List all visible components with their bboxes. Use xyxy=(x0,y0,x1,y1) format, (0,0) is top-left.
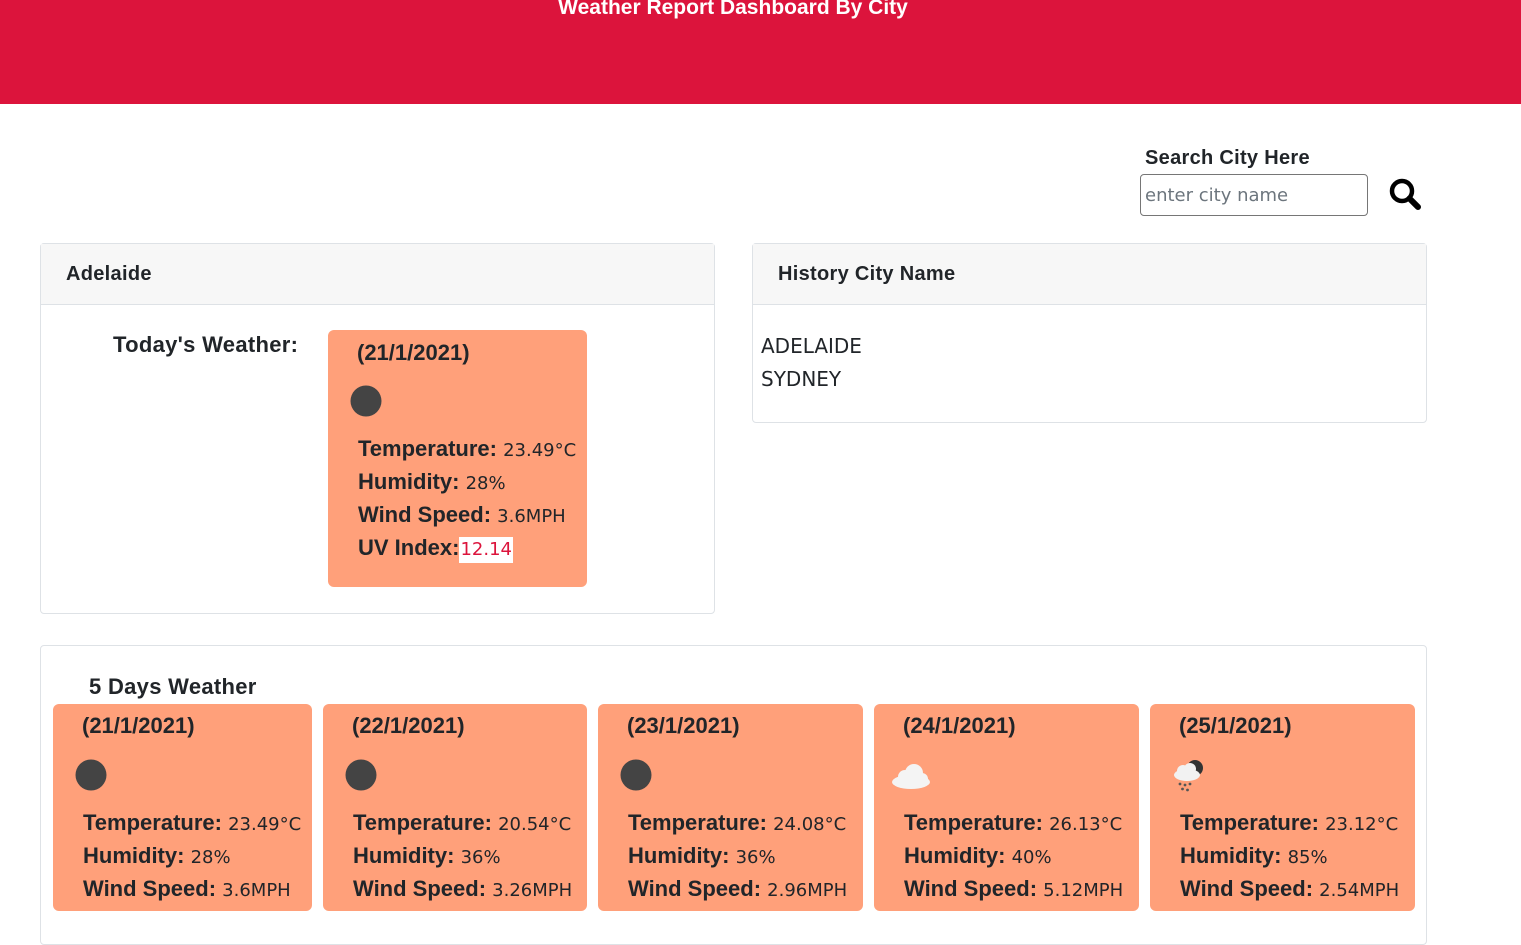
forecast-day: (23/1/2021) Temperature: 24.08°C Humidit… xyxy=(598,704,863,911)
temperature-value: 26.13°C xyxy=(1049,814,1123,835)
rain-cloud-night-icon xyxy=(1174,760,1203,792)
moon-icon xyxy=(75,759,107,791)
forecast-temperature: Temperature: 23.49°C xyxy=(83,806,301,841)
temperature-value: 24.08°C xyxy=(773,814,847,835)
humidity-value: 36% xyxy=(735,847,776,868)
forecast-date: (21/1/2021) xyxy=(82,713,195,738)
city-name: Adelaide xyxy=(41,244,714,305)
history-list: ADELAIDE SYDNEY xyxy=(761,330,862,396)
forecast-date: (25/1/2021) xyxy=(1179,713,1292,738)
temperature-value: 23.49°C xyxy=(228,814,302,835)
moon-icon xyxy=(620,759,652,791)
forecast-humidity: Humidity: 28% xyxy=(83,839,231,874)
forecast-day: (24/1/2021) Temperature: 26.13°C Humidit… xyxy=(874,704,1139,911)
wind-speed-label: Wind Speed: xyxy=(353,876,487,901)
search-input[interactable] xyxy=(1140,174,1368,216)
forecast-title: 5 Days Weather xyxy=(89,674,257,699)
wind-speed-label: Wind Speed: xyxy=(1180,876,1314,901)
history-card: History City Name ADELAIDE SYDNEY xyxy=(752,243,1427,423)
search-label: Search City Here xyxy=(1145,147,1310,169)
forecast-day: (21/1/2021) Temperature: 23.49°C Humidit… xyxy=(53,704,312,911)
today-weather-label: Today's Weather: xyxy=(113,332,299,357)
wind-speed-value: 2.96MPH xyxy=(767,880,848,901)
wind-speed-value: 2.54MPH xyxy=(1319,880,1400,901)
humidity-label: Humidity: xyxy=(1180,843,1282,868)
forecast-humidity: Humidity: 36% xyxy=(353,839,501,874)
temperature-label: Temperature: xyxy=(83,810,222,835)
wind-speed-label: Wind Speed: xyxy=(83,876,217,901)
page-header: Weather Report Dashboard By City xyxy=(0,0,1521,104)
humidity-label: Humidity: xyxy=(358,469,460,494)
forecast-humidity: Humidity: 36% xyxy=(628,839,776,874)
uv-index-value: 12.14 xyxy=(459,537,513,563)
forecast-temperature: Temperature: 26.13°C xyxy=(904,806,1122,841)
temperature-value: 20.54°C xyxy=(498,814,572,835)
uv-index-label: UV Index: xyxy=(358,535,460,560)
forecast-date: (23/1/2021) xyxy=(627,713,740,738)
history-item-sydney[interactable]: SYDNEY xyxy=(761,363,862,396)
forecast-temperature: Temperature: 23.12°C xyxy=(1180,806,1398,841)
history-title: History City Name xyxy=(753,244,1426,305)
humidity-label: Humidity: xyxy=(628,843,730,868)
forecast-date: (24/1/2021) xyxy=(903,713,1016,738)
forecast-day: (25/1/2021) Temperature: 23.12°C Humidit… xyxy=(1150,704,1415,911)
forecast-wind-speed: Wind Speed: 3.26MPH xyxy=(353,872,572,907)
search-button[interactable] xyxy=(1385,175,1425,213)
forecast-wind-speed: Wind Speed: 5.12MPH xyxy=(904,872,1123,907)
moon-icon xyxy=(350,385,382,417)
history-item-adelaide[interactable]: ADELAIDE xyxy=(761,330,862,363)
today-weather-tile: (21/1/2021) Temperature: 23.49°C Humidit… xyxy=(328,330,587,587)
wind-speed-label: Wind Speed: xyxy=(628,876,762,901)
forecast-humidity: Humidity: 85% xyxy=(1180,839,1328,874)
humidity-label: Humidity: xyxy=(353,843,455,868)
forecast-humidity: Humidity: 40% xyxy=(904,839,1052,874)
humidity-value: 40% xyxy=(1011,847,1052,868)
temperature-label: Temperature: xyxy=(904,810,1043,835)
wind-speed-value: 3.26MPH xyxy=(492,880,573,901)
cloud-icon xyxy=(892,764,930,789)
humidity-value: 36% xyxy=(460,847,501,868)
forecast-card: 5 Days Weather (21/1/2021) Temperature: … xyxy=(40,645,1427,945)
humidity-value: 28% xyxy=(190,847,231,868)
humidity-label: Humidity: xyxy=(83,843,185,868)
temperature-label: Temperature: xyxy=(628,810,767,835)
today-humidity: Humidity: 28% xyxy=(358,465,506,500)
humidity-label: Humidity: xyxy=(904,843,1006,868)
today-uv-index: UV Index:12.14 xyxy=(358,531,513,566)
today-wind-speed: Wind Speed: 3.6MPH xyxy=(358,498,566,533)
wind-speed-label: Wind Speed: xyxy=(904,876,1038,901)
temperature-value: 23.49°C xyxy=(503,440,577,461)
wind-speed-value: 3.6MPH xyxy=(222,880,291,901)
temperature-label: Temperature: xyxy=(353,810,492,835)
forecast-temperature: Temperature: 20.54°C xyxy=(353,806,571,841)
today-date: (21/1/2021) xyxy=(357,340,470,365)
current-weather-card: Adelaide Today's Weather: (21/1/2021) Te… xyxy=(40,243,715,614)
search-icon[interactable] xyxy=(1385,175,1425,213)
moon-icon xyxy=(345,759,377,791)
temperature-label: Temperature: xyxy=(1180,810,1319,835)
wind-speed-value: 3.6MPH xyxy=(497,506,566,527)
humidity-value: 28% xyxy=(465,473,506,494)
temperature-value: 23.12°C xyxy=(1325,814,1399,835)
wind-speed-value: 5.12MPH xyxy=(1043,880,1124,901)
temperature-label: Temperature: xyxy=(358,436,497,461)
forecast-date: (22/1/2021) xyxy=(352,713,465,738)
forecast-wind-speed: Wind Speed: 3.6MPH xyxy=(83,872,291,907)
today-temperature: Temperature: 23.49°C xyxy=(358,432,576,467)
forecast-day: (22/1/2021) Temperature: 20.54°C Humidit… xyxy=(323,704,587,911)
wind-speed-label: Wind Speed: xyxy=(358,502,492,527)
humidity-value: 85% xyxy=(1287,847,1328,868)
page-title: Weather Report Dashboard By City xyxy=(558,0,908,19)
forecast-temperature: Temperature: 24.08°C xyxy=(628,806,846,841)
forecast-wind-speed: Wind Speed: 2.54MPH xyxy=(1180,872,1399,907)
forecast-wind-speed: Wind Speed: 2.96MPH xyxy=(628,872,847,907)
